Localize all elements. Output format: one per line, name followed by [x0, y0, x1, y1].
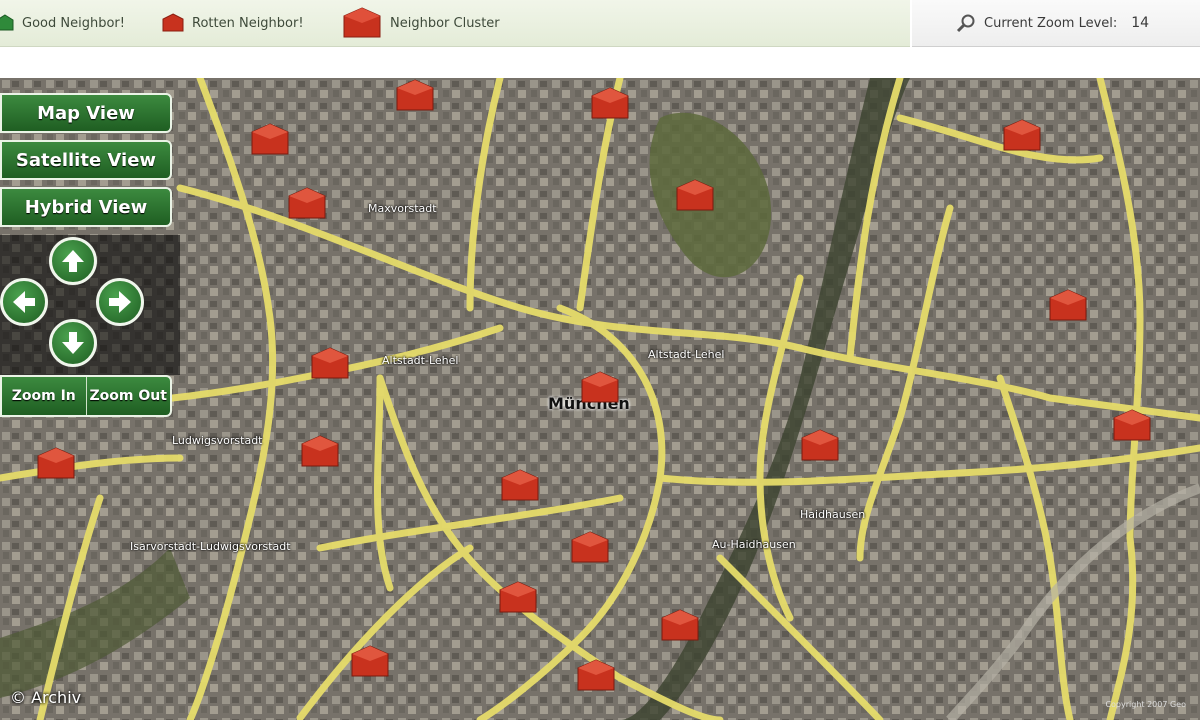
zoom-in-button[interactable]: Zoom In [2, 377, 86, 415]
hybrid-view-button[interactable]: Hybrid View [0, 187, 172, 227]
rotten-neighbor-marker[interactable] [570, 530, 610, 566]
rotten-neighbor-marker[interactable] [580, 370, 620, 406]
legend-bar: Good Neighbor! Rotten Neighbor! Neighbor… [0, 0, 910, 47]
rotten-neighbor-marker[interactable] [576, 658, 616, 694]
pan-left-button[interactable] [0, 278, 48, 326]
satellite-view-button[interactable]: Satellite View [0, 140, 172, 180]
legend-label-rotten: Rotten Neighbor! [192, 15, 304, 31]
map-label-isarvorstadt: Isarvorstadt-Ludwigsvorstadt [130, 540, 291, 553]
map-label-altstadt: Altstadt-Lehel [382, 354, 459, 367]
legend-label-cluster: Neighbor Cluster [390, 15, 500, 31]
pan-down-button[interactable] [49, 319, 97, 367]
map-view-button[interactable]: Map View [0, 93, 172, 133]
map-label-maxvorstadt: Maxvorstadt [368, 202, 437, 215]
rotten-neighbor-marker[interactable] [660, 608, 700, 644]
pan-control-pad [0, 235, 180, 375]
map-label-altstadt-east: Altstadt-Lehel [648, 348, 725, 361]
map-label-au-haidhausen: Au-Haidhausen [712, 538, 796, 551]
zoom-controls: Zoom In Zoom Out [0, 375, 172, 417]
rotten-neighbor-marker[interactable] [590, 86, 630, 122]
rotten-neighbor-marker[interactable] [498, 580, 538, 616]
zoom-level-display: Current Zoom Level: 14 [912, 0, 1200, 47]
red-house-icon [162, 13, 184, 32]
arrow-down-icon [62, 332, 84, 354]
pan-right-button[interactable] [96, 278, 144, 326]
arrow-left-icon [13, 291, 35, 313]
rotten-neighbor-marker[interactable] [300, 434, 340, 470]
map-copyright: Copyright 2007 Geo [1105, 700, 1186, 709]
rotten-neighbor-marker[interactable] [1048, 288, 1088, 324]
rotten-neighbor-marker[interactable] [500, 468, 540, 504]
legend-good-neighbor: Good Neighbor! [0, 0, 125, 46]
rotten-neighbor-marker[interactable] [310, 346, 350, 382]
map-canvas[interactable]: Maxvorstadt Altstadt-Lehel Altstadt-Lehe… [0, 78, 1200, 720]
rotten-neighbor-marker[interactable] [800, 428, 840, 464]
map-label-ludwigsvorstadt: Ludwigsvorstadt [172, 434, 263, 447]
rotten-neighbor-marker[interactable] [395, 78, 435, 114]
rotten-neighbor-marker[interactable] [1002, 118, 1042, 154]
green-house-icon [0, 14, 14, 31]
rotten-neighbor-marker[interactable] [350, 644, 390, 680]
zoom-level-value: 14 [1131, 15, 1150, 31]
legend-rotten-neighbor: Rotten Neighbor! [162, 0, 304, 46]
rotten-neighbor-marker[interactable] [287, 186, 327, 222]
arrow-right-icon [109, 291, 131, 313]
pan-up-button[interactable] [49, 237, 97, 285]
photo-credit: © Archiv [10, 688, 82, 707]
zoom-level-label: Current Zoom Level: [984, 15, 1118, 31]
magnifier-icon [956, 14, 975, 33]
red-cluster-icon [343, 7, 381, 38]
rotten-neighbor-marker[interactable] [1112, 408, 1152, 444]
legend-label-good: Good Neighbor! [22, 15, 125, 31]
legend-neighbor-cluster: Neighbor Cluster [342, 0, 500, 46]
zoom-out-button[interactable]: Zoom Out [85, 377, 171, 415]
arrow-up-icon [62, 250, 84, 272]
rotten-neighbor-marker[interactable] [675, 178, 715, 214]
rotten-neighbor-marker[interactable] [36, 446, 76, 482]
map-label-haidhausen: Haidhausen [800, 508, 866, 521]
rotten-neighbor-marker[interactable] [250, 122, 290, 158]
